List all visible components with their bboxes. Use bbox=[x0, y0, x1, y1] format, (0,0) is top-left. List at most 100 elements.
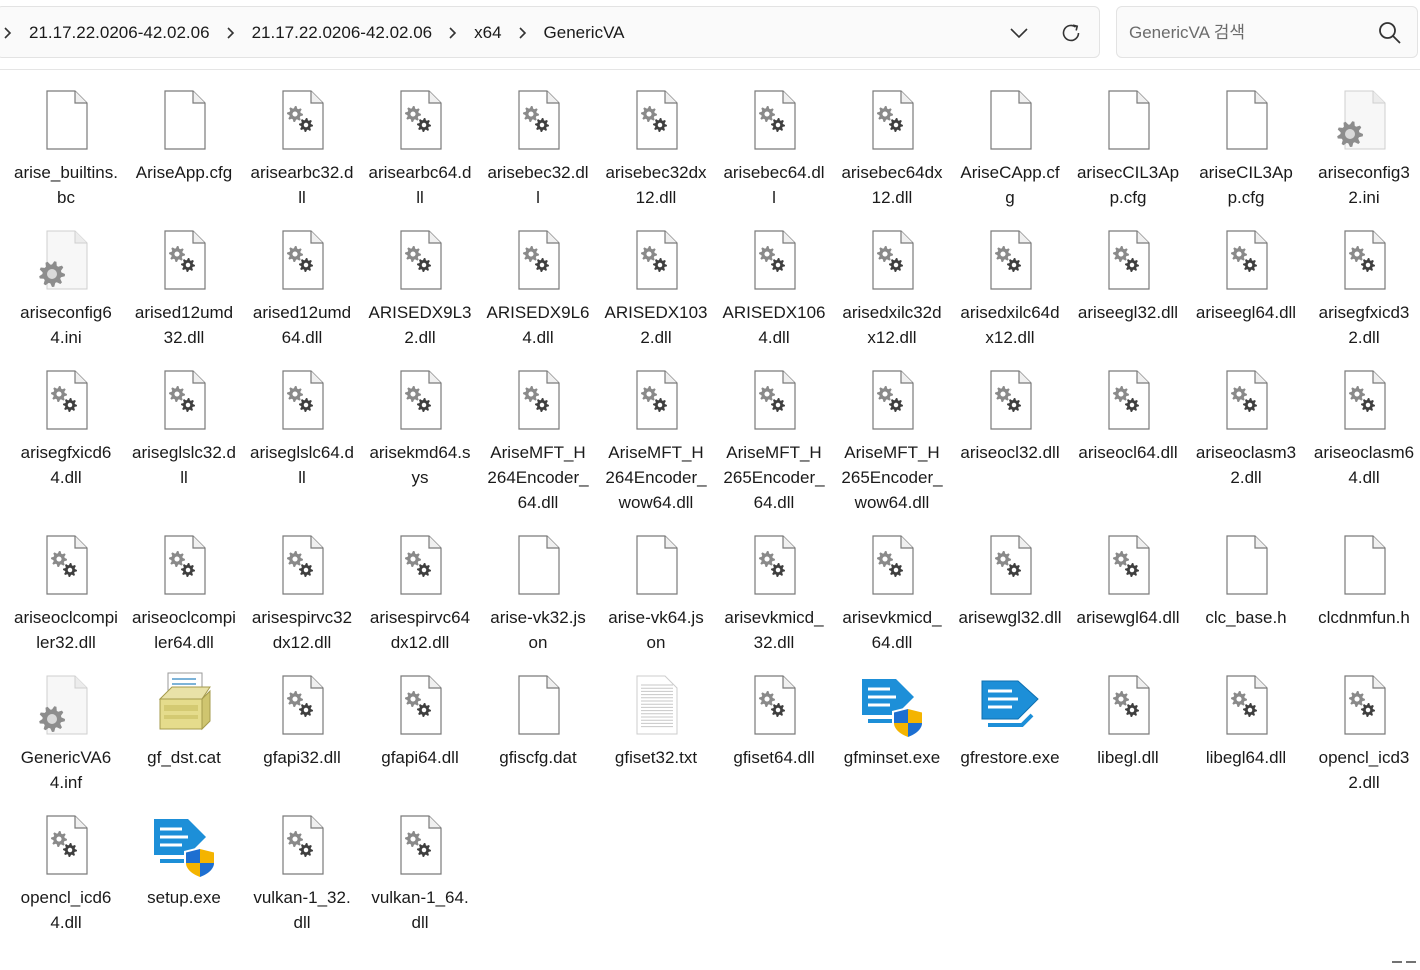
file-item[interactable]: arisekmd64.sys bbox=[361, 364, 479, 504]
file-name-label: arise-vk64.json bbox=[608, 608, 704, 652]
file-item[interactable]: clcdnmfun.h bbox=[1305, 529, 1420, 644]
file-item[interactable]: AriseApp.cfg bbox=[125, 84, 243, 199]
file-item[interactable]: arisebec32.dll bbox=[479, 84, 597, 224]
file-name-label: ariseoclasm64.dll bbox=[1313, 443, 1415, 487]
search-input[interactable] bbox=[1127, 19, 1371, 47]
file-item[interactable]: clc_base.h bbox=[1187, 529, 1305, 644]
file-item[interactable]: gfrestore.exe bbox=[951, 669, 1069, 784]
file-item[interactable]: AriseMFT_H265Encoder_wow64.dll bbox=[833, 364, 951, 529]
file-name-label: arisegfxicd64.dll bbox=[20, 443, 112, 487]
file-name-label: arisedxilc32dx12.dll bbox=[842, 303, 942, 347]
chevron-right-icon[interactable] bbox=[0, 26, 19, 40]
dll-file-icon bbox=[148, 224, 220, 296]
dll-file-icon bbox=[1092, 529, 1164, 601]
file-item[interactable]: gfiset64.dll bbox=[715, 669, 833, 784]
file-item[interactable]: arisespirvc32dx12.dll bbox=[243, 529, 361, 669]
file-item[interactable]: vulkan-1_64.dll bbox=[361, 809, 479, 949]
breadcrumb-item[interactable]: 21.17.22.0206-42.02.06 bbox=[19, 23, 220, 43]
file-item[interactable]: vulkan-1_32.dll bbox=[243, 809, 361, 949]
chevron-right-icon[interactable] bbox=[220, 26, 242, 40]
file-item[interactable]: ariseglslc32.dll bbox=[125, 364, 243, 504]
file-item[interactable]: opencl_icd32.dll bbox=[1305, 669, 1420, 809]
file-item[interactable]: gf_dst.cat bbox=[125, 669, 243, 784]
file-item[interactable]: ariseoclasm64.dll bbox=[1305, 364, 1420, 504]
file-item[interactable]: arisecCIL3App.cfg bbox=[1069, 84, 1187, 224]
file-item[interactable]: arisebec32dx12.dll bbox=[597, 84, 715, 224]
file-item[interactable]: AriseMFT_H264Encoder_64.dll bbox=[479, 364, 597, 529]
file-item[interactable]: gfapi64.dll bbox=[361, 669, 479, 784]
file-item[interactable]: arised12umd64.dll bbox=[243, 224, 361, 364]
file-item[interactable]: ariseegl64.dll bbox=[1187, 224, 1305, 339]
file-item[interactable]: ariseocl32.dll bbox=[951, 364, 1069, 479]
file-item[interactable]: AriseCApp.cfg bbox=[951, 84, 1069, 224]
file-item[interactable]: ariseconfig32.ini bbox=[1305, 84, 1420, 224]
file-item[interactable]: ARISEDX1032.dll bbox=[597, 224, 715, 364]
file-name-label: ARISEDX9L32.dll bbox=[368, 303, 472, 347]
chevron-right-icon[interactable] bbox=[512, 26, 534, 40]
file-item[interactable]: arise_builtins.bc bbox=[7, 84, 125, 224]
blank-file-icon bbox=[148, 84, 220, 156]
file-name-label: ariseglslc64.dll bbox=[250, 443, 354, 487]
file-item[interactable]: arisegfxicd32.dll bbox=[1305, 224, 1420, 364]
file-item[interactable]: ariseCIL3App.cfg bbox=[1187, 84, 1305, 224]
file-item[interactable]: gfminset.exe bbox=[833, 669, 951, 784]
file-item[interactable]: ARISEDX9L32.dll bbox=[361, 224, 479, 364]
file-name-label: arisewgl32.dll bbox=[958, 608, 1062, 627]
file-item[interactable]: arisedxilc32dx12.dll bbox=[833, 224, 951, 364]
file-item[interactable]: ariseglslc64.dll bbox=[243, 364, 361, 504]
search-icon[interactable] bbox=[1377, 20, 1403, 46]
blank-file-icon bbox=[30, 84, 102, 156]
file-item[interactable]: ariseoclcompiler64.dll bbox=[125, 529, 243, 669]
search-box[interactable] bbox=[1116, 6, 1418, 58]
file-item[interactable]: gfiset32.txt bbox=[597, 669, 715, 784]
file-item[interactable]: arisegfxicd64.dll bbox=[7, 364, 125, 504]
file-item[interactable]: libegl64.dll bbox=[1187, 669, 1305, 784]
file-item[interactable]: libegl.dll bbox=[1069, 669, 1187, 784]
resize-grip-icon[interactable] bbox=[1392, 952, 1416, 963]
file-name-label: arisearbc64.dll bbox=[368, 163, 472, 207]
file-item[interactable]: arisearbc64.dll bbox=[361, 84, 479, 224]
file-item[interactable]: ariseegl32.dll bbox=[1069, 224, 1187, 339]
breadcrumb-item[interactable]: x64 bbox=[464, 23, 511, 43]
file-item[interactable]: gfiscfg.dat bbox=[479, 669, 597, 784]
breadcrumb-item-current[interactable]: GenericVA bbox=[534, 23, 635, 43]
breadcrumb-item[interactable]: 21.17.22.0206-42.02.06 bbox=[242, 23, 443, 43]
chevron-down-icon[interactable] bbox=[1005, 19, 1033, 47]
file-item[interactable]: AriseMFT_H265Encoder_64.dll bbox=[715, 364, 833, 529]
file-item[interactable]: arisebec64dx12.dll bbox=[833, 84, 951, 224]
file-item[interactable]: ariseoclcompiler32.dll bbox=[7, 529, 125, 669]
file-item[interactable]: arisedxilc64dx12.dll bbox=[951, 224, 1069, 364]
dll-file-icon bbox=[1092, 669, 1164, 741]
blank-file-icon bbox=[502, 669, 574, 741]
file-item[interactable]: arise-vk64.json bbox=[597, 529, 715, 669]
file-item[interactable]: arisevkmicd_32.dll bbox=[715, 529, 833, 669]
file-item[interactable]: ariseocl64.dll bbox=[1069, 364, 1187, 479]
file-item[interactable]: ARISEDX1064.dll bbox=[715, 224, 833, 364]
file-name-label: ariseglslc32.dll bbox=[132, 443, 236, 487]
file-item[interactable]: arisewgl32.dll bbox=[951, 529, 1069, 644]
blank-file-icon bbox=[974, 84, 1046, 156]
file-name-label: ariseoclcompiler64.dll bbox=[132, 608, 236, 652]
file-item[interactable]: arise-vk32.json bbox=[479, 529, 597, 669]
file-item[interactable]: ariseconfig64.ini bbox=[7, 224, 125, 364]
file-item[interactable]: setup.exe bbox=[125, 809, 243, 924]
file-name-label: vulkan-1_32.dll bbox=[253, 888, 351, 932]
file-item[interactable]: arisespirvc64dx12.dll bbox=[361, 529, 479, 669]
file-item[interactable]: arisewgl64.dll bbox=[1069, 529, 1187, 644]
file-item[interactable]: ARISEDX9L64.dll bbox=[479, 224, 597, 364]
file-item[interactable]: GenericVA64.inf bbox=[7, 669, 125, 809]
file-item[interactable]: arisearbc32.dll bbox=[243, 84, 361, 224]
file-item[interactable]: arisebec64.dll bbox=[715, 84, 833, 224]
refresh-icon[interactable] bbox=[1057, 19, 1085, 47]
file-item[interactable]: opencl_icd64.dll bbox=[7, 809, 125, 949]
address-bar[interactable]: 21.17.22.0206-42.02.06 21.17.22.0206-42.… bbox=[0, 6, 1100, 58]
chevron-right-icon[interactable] bbox=[442, 26, 464, 40]
file-item[interactable]: AriseMFT_H264Encoder_wow64.dll bbox=[597, 364, 715, 529]
file-item[interactable]: arisevkmicd_64.dll bbox=[833, 529, 951, 669]
file-name-label: ariseegl64.dll bbox=[1195, 303, 1297, 322]
dll-file-icon bbox=[384, 529, 456, 601]
dll-file-icon bbox=[1210, 364, 1282, 436]
file-item[interactable]: arised12umd32.dll bbox=[125, 224, 243, 364]
file-item[interactable]: ariseoclasm32.dll bbox=[1187, 364, 1305, 504]
file-item[interactable]: gfapi32.dll bbox=[243, 669, 361, 784]
